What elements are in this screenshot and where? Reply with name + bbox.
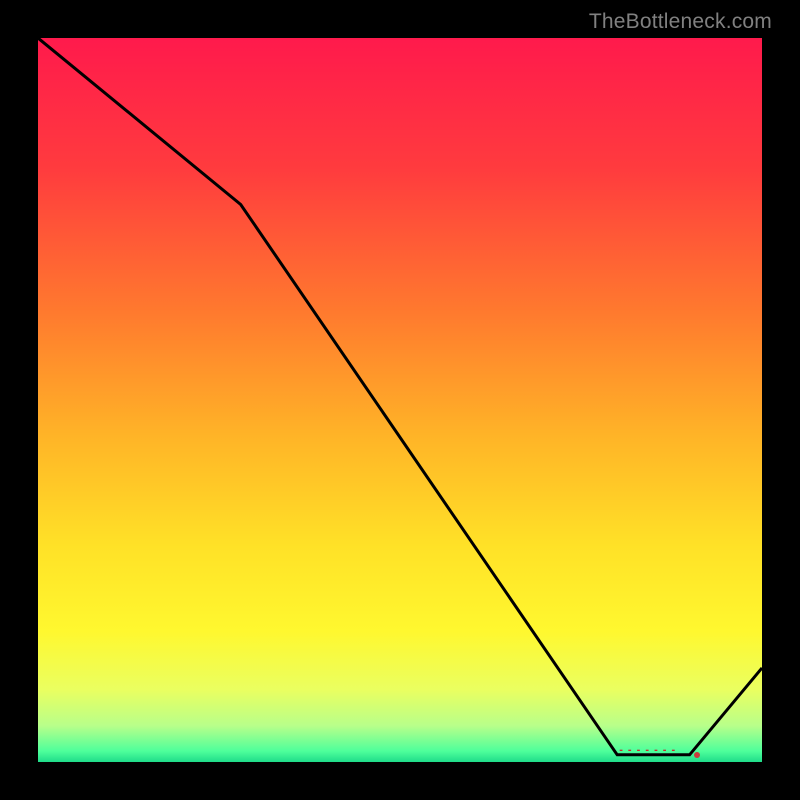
plot-area: - - - - - - - — [36, 36, 764, 764]
marker-point — [694, 752, 700, 758]
watermark-text: TheBottleneck.com — [589, 10, 772, 34]
series-layer — [38, 38, 762, 762]
flat-segment-label: - - - - - - - — [619, 744, 676, 756]
series-bottleneck-curve — [38, 38, 762, 755]
chart-frame: TheBottleneck.com - - - - - - - — [0, 0, 800, 800]
